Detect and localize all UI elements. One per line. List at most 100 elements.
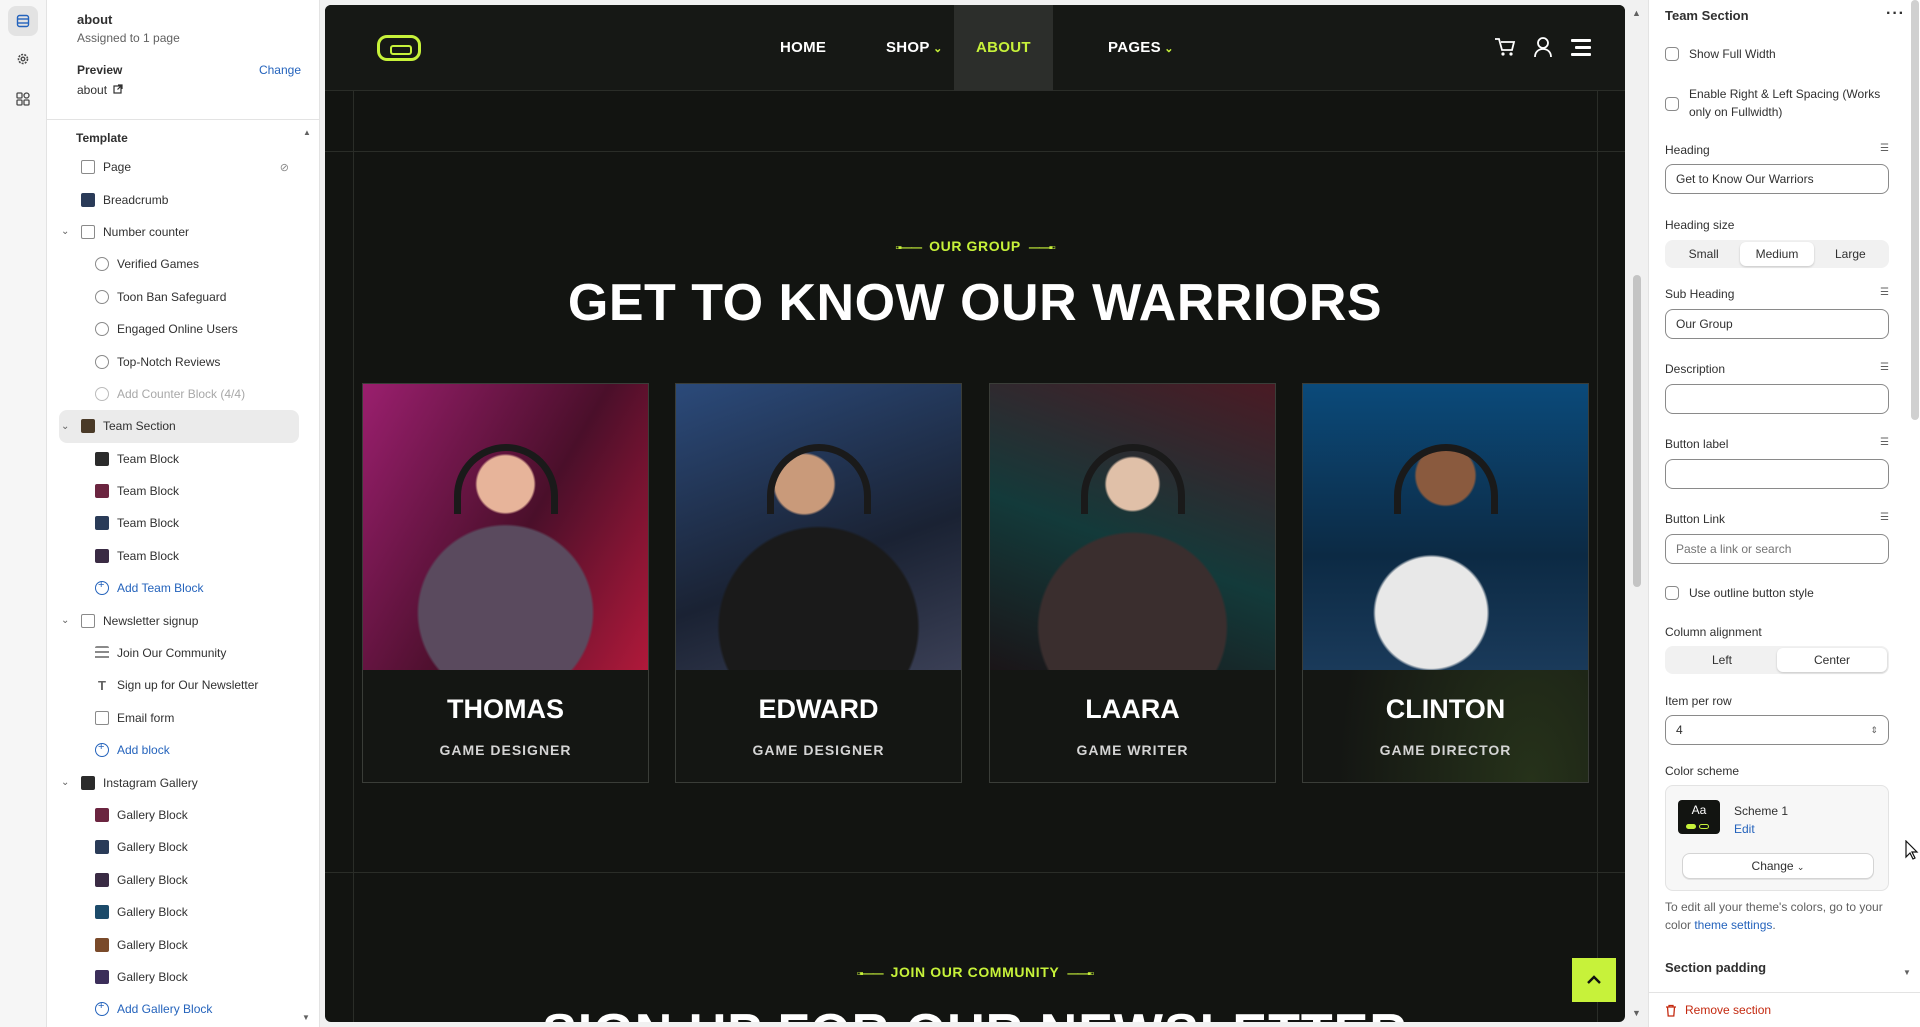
collapse-icon[interactable]: ▲ — [303, 128, 311, 137]
tree-item-label: Team Section — [103, 419, 176, 434]
gear-icon[interactable] — [8, 44, 38, 74]
preview-value[interactable]: about — [77, 83, 301, 97]
tree-block-item[interactable]: Gallery Block — [59, 961, 299, 993]
menu-icon[interactable] — [1569, 35, 1593, 59]
apps-icon[interactable] — [8, 84, 38, 114]
item-per-row-select[interactable]: 4 ⇕ — [1665, 715, 1889, 745]
tree-block-item[interactable]: Engaged Online Users — [59, 313, 299, 345]
decor-icon: ▫▪—— — [856, 968, 884, 980]
tree-block-item[interactable]: Verified Games — [59, 248, 299, 280]
dynamic-source-icon[interactable]: ☰ — [1880, 362, 1889, 376]
tree-block-item[interactable]: Top-Notch Reviews — [59, 345, 299, 377]
tree-block-item[interactable]: Join Our Community — [59, 637, 299, 669]
tree-section-item[interactable]: Breadcrumb — [59, 183, 299, 215]
team-card[interactable]: LAARA GAME WRITER — [989, 383, 1276, 783]
nav-pages[interactable]: PAGES ⌄ — [1108, 5, 1174, 91]
tree-block-item[interactable]: T Sign up for Our Newsletter — [59, 669, 299, 701]
heading-size-label: Heading size — [1665, 218, 1735, 232]
enable-spacing-checkbox[interactable]: Enable Right & Left Spacing (Works only … — [1665, 85, 1889, 121]
tree-section-item[interactable]: ⌄ Team Section — [59, 410, 299, 443]
tree-block-item[interactable]: Team Block — [59, 540, 299, 572]
scroll-down-icon[interactable]: ▼ — [1632, 1008, 1641, 1018]
tree-item-label: Page — [103, 160, 132, 175]
settings-scrollbar[interactable] — [1910, 0, 1920, 420]
chevron-down-icon[interactable]: ⌄ — [61, 226, 75, 237]
tree-block-item[interactable]: Email form — [59, 702, 299, 734]
nav-shop[interactable]: SHOP ⌄ — [886, 5, 943, 91]
change-link[interactable]: Change — [259, 63, 301, 77]
heading-size-large[interactable]: Large — [1814, 242, 1887, 266]
column-alignment-center[interactable]: Center — [1777, 648, 1887, 672]
add-block-button[interactable]: Add Counter Block (4/4) — [59, 378, 299, 410]
tree-section-item[interactable]: ⌄ Instagram Gallery — [59, 766, 299, 798]
tree-block-item[interactable]: Gallery Block — [59, 864, 299, 896]
sub-heading-label: Sub Heading ☰ — [1665, 287, 1889, 301]
cart-icon[interactable] — [1493, 35, 1517, 59]
settings-panel: Team Section ··· Show Full Width Enable … — [1648, 0, 1920, 1027]
headphones-icon — [1393, 444, 1498, 514]
preview-scroll-thumb[interactable] — [1633, 275, 1641, 587]
heading-size-small[interactable]: Small — [1667, 242, 1740, 266]
tree-block-item[interactable]: Team Block — [59, 507, 299, 539]
tree-item-label: Join Our Community — [117, 646, 227, 661]
sub-heading-input[interactable] — [1665, 309, 1889, 339]
tree-block-item[interactable]: Gallery Block — [59, 928, 299, 960]
dynamic-source-icon[interactable]: ☰ — [1880, 287, 1889, 301]
storefront-preview: HOME SHOP ⌄ ABOUT PAGES ⌄ ▫▪—— OUR GROUP ——▪▫… — [325, 5, 1625, 1022]
description-input[interactable] — [1665, 384, 1889, 414]
more-actions-icon[interactable]: ··· — [1886, 5, 1905, 23]
outline-button-checkbox[interactable]: Use outline button style — [1665, 584, 1814, 602]
tree-section-item[interactable]: ⌄ Newsletter signup — [59, 604, 299, 636]
sections-icon[interactable] — [8, 6, 38, 36]
tree-item-label: Instagram Gallery — [103, 775, 198, 790]
button-link-input[interactable] — [1665, 534, 1889, 564]
scroll-down-icon[interactable]: ▼ — [302, 1013, 310, 1022]
tree-block-item[interactable]: Gallery Block — [59, 799, 299, 831]
add-block-button[interactable]: Add Gallery Block — [59, 993, 299, 1025]
tree-section-item[interactable]: Page ⊘ — [59, 151, 299, 183]
tree-section-item[interactable]: ⌄ Number counter — [59, 216, 299, 248]
add-block-button[interactable]: Add Team Block — [59, 572, 299, 604]
dynamic-source-icon[interactable]: ☰ — [1880, 143, 1889, 157]
nav-home[interactable]: HOME — [780, 5, 826, 91]
tree-block-item[interactable]: Team Block — [59, 475, 299, 507]
column-alignment-segmented: Left Center — [1665, 646, 1889, 674]
preview-scrollbar[interactable]: ▲ ▼ — [1627, 0, 1647, 1027]
chevron-down-icon[interactable]: ⌄ — [61, 615, 75, 626]
theme-settings-link[interactable]: theme settings — [1694, 918, 1772, 932]
checkbox-icon[interactable] — [1665, 47, 1679, 61]
checkbox-label: Show Full Width — [1689, 47, 1776, 61]
nav-about[interactable]: ABOUT — [954, 5, 1053, 91]
heading-size-medium[interactable]: Medium — [1740, 242, 1814, 266]
checkbox-icon[interactable] — [1665, 97, 1679, 111]
team-card[interactable]: THOMAS GAME DESIGNER — [362, 383, 649, 783]
checkbox-icon[interactable] — [1665, 586, 1679, 600]
tree-block-item[interactable]: Gallery Block — [59, 896, 299, 928]
chevron-down-icon[interactable]: ⌄ — [61, 777, 75, 788]
remove-section-button[interactable]: Remove section — [1665, 1003, 1771, 1017]
preview-row: Preview Change — [77, 63, 301, 77]
dynamic-source-icon[interactable]: ☰ — [1880, 512, 1889, 526]
scheme-edit-link[interactable]: Edit — [1734, 822, 1755, 836]
account-icon[interactable] — [1531, 35, 1555, 59]
button-label-input[interactable] — [1665, 459, 1889, 489]
dynamic-source-icon[interactable]: ☰ — [1880, 437, 1889, 451]
team-member-photo — [363, 384, 648, 670]
team-card[interactable]: CLINTON GAME DIRECTOR — [1302, 383, 1589, 783]
scroll-down-icon[interactable]: ▼ — [1903, 968, 1911, 977]
theme-editor: about Assigned to 1 page Preview Change … — [0, 0, 1920, 1027]
heading-input[interactable] — [1665, 164, 1889, 194]
team-card[interactable]: EDWARD GAME DESIGNER — [675, 383, 962, 783]
tree-block-item[interactable]: Team Block — [59, 443, 299, 475]
gamepad-logo-icon[interactable] — [377, 35, 421, 61]
add-block-button[interactable]: Add block — [59, 734, 299, 766]
chevron-down-icon[interactable]: ⌄ — [61, 421, 75, 432]
eye-off-icon[interactable]: ⊘ — [280, 161, 289, 174]
tree-block-item[interactable]: Gallery Block — [59, 831, 299, 863]
tree-block-item[interactable]: Toon Ban Safeguard — [59, 281, 299, 313]
scheme-change-button[interactable]: Change ⌄ — [1682, 853, 1874, 879]
column-alignment-left[interactable]: Left — [1667, 648, 1777, 672]
show-full-width-checkbox[interactable]: Show Full Width — [1665, 45, 1776, 63]
scroll-up-icon[interactable]: ▲ — [1632, 8, 1641, 18]
back-to-top-button[interactable] — [1572, 958, 1616, 1002]
